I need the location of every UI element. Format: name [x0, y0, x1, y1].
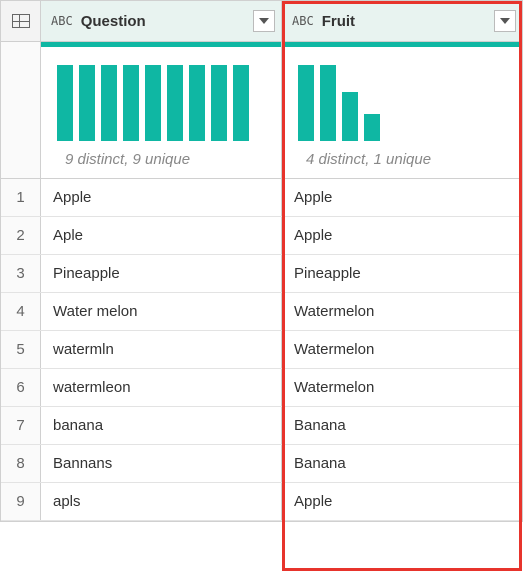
- cell-question[interactable]: Apple: [41, 179, 282, 216]
- table-row[interactable]: 8 Bannans Banana: [1, 445, 522, 483]
- distribution-histogram: [282, 47, 522, 147]
- column-name: Fruit: [322, 13, 486, 30]
- distribution-histogram: [41, 47, 281, 147]
- row-index: 2: [1, 217, 41, 254]
- cell-fruit[interactable]: Banana: [282, 445, 522, 482]
- distribution-summary: 9 distinct, 9 unique: [41, 147, 281, 178]
- distribution-summary: 4 distinct, 1 unique: [282, 147, 522, 178]
- table-row[interactable]: 6 watermleon Watermelon: [1, 369, 522, 407]
- column-header-row: ABC Question ABC Fruit: [1, 1, 522, 42]
- column-header-question[interactable]: ABC Question: [41, 1, 282, 41]
- cell-question[interactable]: banana: [41, 407, 282, 444]
- text-type-icon: ABC: [292, 14, 314, 28]
- table-row[interactable]: 4 Water melon Watermelon: [1, 293, 522, 331]
- cell-fruit[interactable]: Apple: [282, 483, 522, 520]
- column-header-fruit[interactable]: ABC Fruit: [282, 1, 522, 41]
- cell-question[interactable]: apls: [41, 483, 282, 520]
- table-row[interactable]: 2 Aple Apple: [1, 217, 522, 255]
- cell-fruit[interactable]: Pineapple: [282, 255, 522, 292]
- table-icon: [12, 14, 30, 28]
- table-row[interactable]: 9 apls Apple: [1, 483, 522, 521]
- column-filter-button[interactable]: [494, 10, 516, 32]
- cell-fruit[interactable]: Banana: [282, 407, 522, 444]
- cell-fruit[interactable]: Watermelon: [282, 331, 522, 368]
- profile-corner: [1, 42, 41, 178]
- column-profile-row: 9 distinct, 9 unique 4 distinct, 1 uniqu…: [1, 42, 522, 179]
- cell-fruit[interactable]: Watermelon: [282, 369, 522, 406]
- row-index: 1: [1, 179, 41, 216]
- table-row[interactable]: 1 Apple Apple: [1, 179, 522, 217]
- cell-question[interactable]: Aple: [41, 217, 282, 254]
- cell-question[interactable]: watermln: [41, 331, 282, 368]
- column-name: Question: [81, 13, 245, 30]
- table-select-corner[interactable]: [1, 1, 41, 41]
- row-index: 9: [1, 483, 41, 520]
- query-data-table: ABC Question ABC Fruit 9 distinct, 9 uni…: [0, 0, 523, 522]
- chevron-down-icon: [259, 18, 269, 24]
- column-profile-question[interactable]: 9 distinct, 9 unique: [41, 42, 282, 178]
- column-profile-fruit[interactable]: 4 distinct, 1 unique: [282, 42, 522, 178]
- cell-fruit[interactable]: Watermelon: [282, 293, 522, 330]
- row-index: 8: [1, 445, 41, 482]
- text-type-icon: ABC: [51, 14, 73, 28]
- table-row[interactable]: 5 watermln Watermelon: [1, 331, 522, 369]
- cell-question[interactable]: Bannans: [41, 445, 282, 482]
- table-row[interactable]: 7 banana Banana: [1, 407, 522, 445]
- column-filter-button[interactable]: [253, 10, 275, 32]
- cell-question[interactable]: watermleon: [41, 369, 282, 406]
- row-index: 5: [1, 331, 41, 368]
- cell-fruit[interactable]: Apple: [282, 217, 522, 254]
- row-index: 4: [1, 293, 41, 330]
- cell-question[interactable]: Pineapple: [41, 255, 282, 292]
- row-index: 6: [1, 369, 41, 406]
- table-row[interactable]: 3 Pineapple Pineapple: [1, 255, 522, 293]
- chevron-down-icon: [500, 18, 510, 24]
- cell-question[interactable]: Water melon: [41, 293, 282, 330]
- row-index: 7: [1, 407, 41, 444]
- row-index: 3: [1, 255, 41, 292]
- cell-fruit[interactable]: Apple: [282, 179, 522, 216]
